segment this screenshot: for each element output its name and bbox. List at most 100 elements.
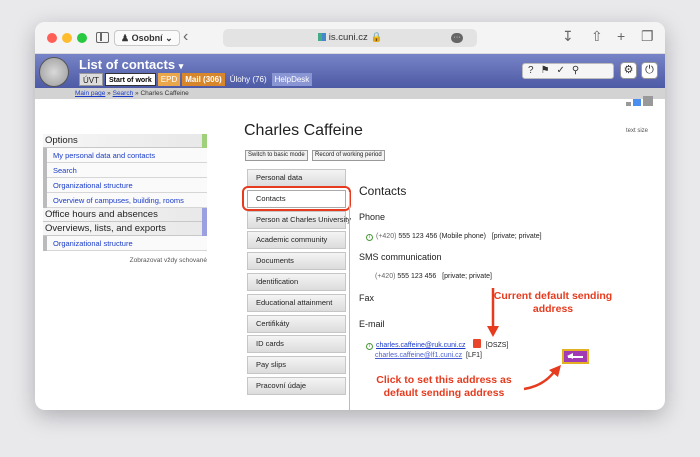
- profile-selector[interactable]: ♟ Osobní ⌄: [114, 30, 180, 46]
- item-marker: [43, 148, 47, 163]
- phone-row: i (+420) 555 123 456 (Mobile phone) [priv…: [366, 233, 542, 241]
- check-icon[interactable]: ✓: [557, 65, 572, 76]
- breadcrumb-search[interactable]: Search: [113, 90, 134, 97]
- item-marker: [43, 178, 47, 193]
- tab-documents[interactable]: Documents: [247, 252, 346, 271]
- email-row-2: charles.caffeine@lf1.cuni.cz [LF1]: [375, 352, 482, 359]
- help-icon[interactable]: ?: [528, 65, 541, 76]
- switch-basic-mode-button[interactable]: Switch to basic mode: [245, 150, 308, 161]
- tab-overview-icon[interactable]: ❐: [641, 28, 654, 45]
- text-size-medium-icon[interactable]: [633, 99, 641, 106]
- new-tab-icon[interactable]: +: [617, 28, 625, 44]
- text-size-small-icon[interactable]: [626, 102, 631, 106]
- minimize-window-icon[interactable]: [62, 33, 72, 43]
- breadcrumb-main-page[interactable]: Main page: [75, 90, 105, 97]
- contacts-tab-highlight: [242, 186, 351, 211]
- close-window-icon[interactable]: [47, 33, 57, 43]
- tab-identification[interactable]: Identification: [247, 272, 346, 291]
- flag-icon[interactable]: ⚑: [541, 65, 557, 76]
- content-divider: [349, 192, 350, 410]
- share-icon[interactable]: ⇧: [591, 28, 603, 45]
- back-icon[interactable]: ‹: [183, 28, 188, 46]
- sidebar-item-label: Organizational structure: [53, 181, 133, 190]
- lock-icon: 🔒: [370, 32, 383, 43]
- email-tag-lf1: [LF1]: [466, 352, 482, 359]
- phone-label: Phone: [359, 212, 386, 222]
- tab-pay-slips[interactable]: Pay slips: [247, 356, 346, 375]
- page-options-icon[interactable]: ···: [451, 33, 463, 43]
- sidebar-item-search[interactable]: Search: [43, 163, 207, 178]
- header-tab-epd[interactable]: EPD: [157, 73, 181, 86]
- header-tab-helpdesk[interactable]: HelpDesk: [271, 73, 313, 86]
- click-to-set-annotation: Click to set this address as default sen…: [376, 374, 512, 399]
- email-tag-oszs: [OSZS]: [485, 342, 509, 349]
- sidebar-item-personal-data[interactable]: My personal data and contacts: [43, 148, 207, 163]
- profile-name: Osobní: [131, 33, 163, 43]
- sidebar-item-label: Organizational structure: [53, 239, 133, 248]
- app-header: List of contacts ▾ ÚVT Start of work EPD…: [35, 54, 665, 88]
- phone-prefix: (+420): [376, 233, 397, 240]
- email-link-ruk[interactable]: charles.caffeine@ruk.cuni.cz: [376, 342, 465, 349]
- tab-pracovni-udaje[interactable]: Pracovní údaje: [247, 376, 346, 395]
- left-sidebar: Options My personal data and contacts Se…: [43, 134, 207, 264]
- zoom-window-icon[interactable]: [77, 33, 87, 43]
- sidebar-toggle-icon[interactable]: [96, 32, 109, 43]
- sidebar-section-label: Office hours and absences: [45, 209, 158, 220]
- breadcrumb-separator: »: [135, 90, 139, 97]
- breadcrumb-separator: »: [107, 90, 111, 97]
- tab-academic-community[interactable]: Academic community: [247, 231, 346, 250]
- section-marker: [202, 208, 207, 222]
- breadcrumb: Main page » Search » Charles Caffeine: [35, 88, 665, 99]
- sidebar-item-org-structure[interactable]: Organizational structure: [43, 178, 207, 193]
- down-arrow-annotation: [487, 288, 499, 337]
- settings-gear-icon[interactable]: ⚙: [620, 62, 637, 79]
- text-size-label: text size: [626, 128, 649, 134]
- address-bar[interactable]: is.cuni.cz 🔒 ···: [223, 29, 477, 47]
- email-row-1: i charles.caffeine@ruk.cuni.cz [OSZS]: [366, 339, 508, 350]
- tab-certifikaty[interactable]: Certifikáty: [247, 314, 346, 333]
- app-title[interactable]: List of contacts ▾: [79, 57, 183, 72]
- downloads-icon[interactable]: ↧: [562, 28, 574, 45]
- sidebar-section-label: Overviews, lists, and exports: [45, 223, 166, 234]
- header-tab-uvt[interactable]: ÚVT: [79, 73, 103, 86]
- logout-power-icon[interactable]: ⏻: [641, 62, 658, 79]
- sidebar-item-campuses[interactable]: Overview of campuses, building, rooms: [43, 193, 207, 208]
- sms-label: SMS communication: [359, 252, 442, 262]
- tab-person-at-cu[interactable]: Person at Charles University: [247, 210, 351, 229]
- key-icon[interactable]: ⚲: [572, 65, 586, 76]
- header-tool-icons[interactable]: ?⚑✓⚲: [522, 63, 614, 79]
- section-marker: [202, 222, 207, 236]
- item-marker: [43, 163, 47, 178]
- curved-arrow-annotation: [523, 365, 561, 391]
- record-working-period-button[interactable]: Record of working period: [312, 150, 385, 161]
- header-tab-start-of-work[interactable]: Start of work: [105, 73, 156, 86]
- email-link-lf1[interactable]: charles.caffeine@lf1.cuni.cz: [375, 352, 462, 359]
- sidebar-section-overviews[interactable]: Overviews, lists, and exports: [43, 222, 207, 236]
- item-marker: [43, 193, 47, 208]
- item-marker: [43, 236, 47, 251]
- fax-label: Fax: [359, 293, 375, 303]
- sidebar-section-options[interactable]: Options: [43, 134, 207, 148]
- chevron-down-icon: ▾: [178, 61, 184, 71]
- sidebar-item-label: Search: [53, 166, 77, 175]
- verified-icon: i: [366, 343, 373, 350]
- show-hidden-note[interactable]: Zobrazovat vždy schované: [43, 257, 207, 264]
- contacts-heading: Contacts: [359, 184, 407, 198]
- office365-icon: [473, 339, 482, 348]
- sidebar-item-org-structure-2[interactable]: Organizational structure: [43, 236, 207, 251]
- sidebar-section-office-hours[interactable]: Office hours and absences: [43, 208, 207, 222]
- tab-personal-data[interactable]: Personal data: [247, 169, 346, 187]
- tab-educational-attainment[interactable]: Educational attainment: [247, 293, 346, 312]
- set-default-address-button[interactable]: [562, 349, 589, 364]
- text-size-large-icon[interactable]: [643, 96, 653, 106]
- breadcrumb-current: Charles Caffeine: [140, 90, 189, 97]
- email-label: E-mail: [359, 319, 385, 329]
- verified-icon: i: [366, 234, 373, 241]
- header-tab-mail[interactable]: Mail (306): [182, 73, 225, 86]
- header-tabs: ÚVT Start of work EPD Mail (306) Úlohy (…: [79, 73, 313, 86]
- header-tab-ulohy[interactable]: Úlohy (76): [227, 73, 270, 86]
- sms-tag: [private; private]: [442, 273, 492, 280]
- tab-id-cards[interactable]: ID cards: [247, 335, 346, 354]
- site-favicon-icon: [317, 33, 326, 41]
- sms-prefix: (+420): [375, 273, 396, 280]
